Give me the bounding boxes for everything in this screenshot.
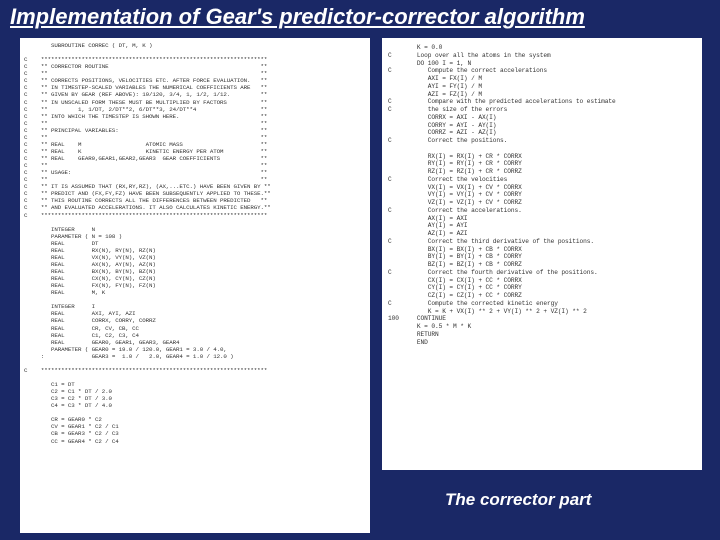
code-panel-left: SUBROUTINE CORREC ( DT, M, K ) C *******… [20,38,370,533]
slide: Implementation of Gear's predictor-corre… [0,0,720,540]
slide-title: Implementation of Gear's predictor-corre… [10,4,585,30]
code-panel-right: K = 0.0 C Loop over all the atoms in the… [382,38,702,470]
slide-caption: The corrector part [445,490,591,510]
